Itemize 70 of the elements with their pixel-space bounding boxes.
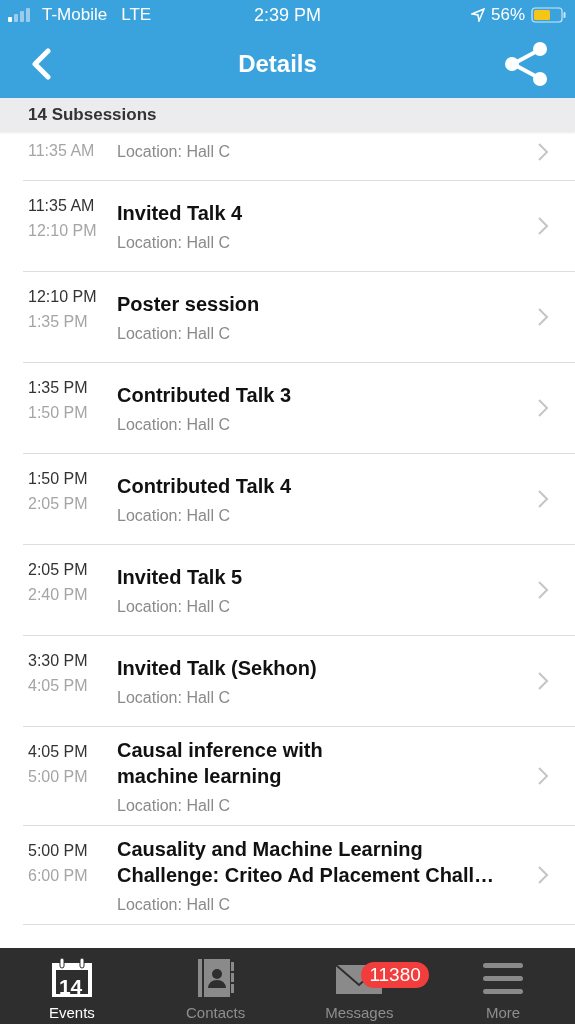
start-time: 4:05 PM (28, 743, 89, 761)
menu-icon (483, 961, 524, 995)
session-title: Invited Talk 4 (117, 201, 244, 226)
carrier-name: T-Mobile (42, 5, 108, 25)
session-location: Location: Hall C (117, 797, 231, 815)
session-title: Contributed Talk 3 (117, 383, 293, 408)
tab-item[interactable]: 14 Events (0, 948, 144, 1024)
tab-item[interactable]: Contacts (143, 948, 288, 1024)
end-time: 2:40 PM (28, 586, 89, 604)
session-row[interactable]: 1:50 PM 2:05 PM Contributed Talk 4 Location: Hall C (23, 454, 575, 545)
session-location: Location: Hall C (117, 689, 231, 707)
network-type: LTE (121, 5, 152, 25)
session-title: Causality and Machine Learning Challenge: Criteo Ad Placement Chall… (117, 837, 496, 888)
chevron-icon (537, 489, 549, 509)
session-title: Contributed Talk 4 (117, 474, 293, 499)
session-location: Location: Hall C (117, 234, 231, 252)
session-row[interactable]: 5:00 PM 6:00 PM Causality and Machine Learning Challenge: Criteo Ad Placement Chall… Location: Hall C (23, 826, 575, 925)
session-location: Location: Hall C (117, 896, 231, 914)
address-book-icon (195, 958, 236, 998)
end-time: 1:50 PM (28, 404, 89, 422)
tab-item[interactable]: 11380 Messages (287, 948, 432, 1024)
start-time: 1:50 PM (28, 470, 89, 488)
chevron-icon (537, 398, 549, 418)
back-button[interactable] (30, 48, 52, 80)
end-time: 1:35 PM (28, 313, 89, 331)
session-title: Causal inference with machine learning (117, 738, 324, 789)
session-title: Invited Talk 5 (117, 565, 244, 590)
status-time: 2:39 PM (254, 4, 321, 26)
session-row[interactable]: 4:05 PM 5:00 PM Causal inference with machine learning Location: Hall C (23, 727, 575, 826)
session-location: Location: Hall C (117, 507, 231, 525)
chevron-icon (537, 671, 549, 691)
start-time: 11:35 AM (28, 197, 96, 215)
session-location: Location: Hall C (117, 325, 231, 343)
section-header: 14 Subsessions (0, 98, 575, 132)
chevron-icon (537, 216, 549, 236)
end-time: 5:00 PM (28, 768, 89, 786)
start-time: 1:35 PM (28, 379, 89, 397)
start-time: 2:05 PM (28, 561, 89, 579)
battery-icon (531, 7, 567, 23)
session-title: Poster session (117, 292, 261, 317)
session-title: Invited Talk (Sekhon) (117, 656, 318, 681)
session-row[interactable]: 3:30 PM 4:05 PM Invited Talk (Sekhon) Location: Hall C (23, 636, 575, 727)
end-time: 2:05 PM (28, 495, 89, 513)
page-title: Details (238, 50, 317, 78)
start-time: 3:30 PM (28, 652, 89, 670)
chevron-icon (537, 766, 549, 786)
chevron-icon (537, 865, 549, 885)
session-row[interactable]: 2:05 PM 2:40 PM Invited Talk 5 Location: Hall C (23, 545, 575, 636)
location-arrow-icon (470, 8, 485, 22)
tab-item[interactable]: More (431, 948, 575, 1024)
end-time: 6:00 PM (28, 867, 89, 885)
chevron-icon (537, 142, 549, 162)
end-time: 4:05 PM (28, 677, 89, 695)
start-time: 12:10 PM (28, 288, 98, 306)
battery-percent: 56% (490, 5, 525, 25)
end-time: 12:10 PM (28, 222, 98, 240)
session-location: Location: Hall C (117, 598, 231, 616)
start-time: 5:00 PM (28, 842, 89, 860)
session-row[interactable]: 12:10 PM 1:35 PM Poster session Location: Hall C (23, 272, 575, 363)
session-location: Location: Hall C (117, 416, 231, 434)
unread-badge: 11380 (361, 962, 429, 988)
calendar-icon (49, 958, 94, 998)
calendar-day: 14 (58, 975, 83, 999)
share-icon[interactable] (503, 41, 549, 87)
chevron-icon (537, 307, 549, 327)
session-row[interactable]: 1:35 PM 1:50 PM Contributed Talk 3 Location: Hall C (23, 363, 575, 454)
chevron-icon (537, 580, 549, 600)
session-row[interactable]: 11:35 AM 12:10 PM Invited Talk 4 Location: Hall C (23, 181, 575, 272)
end-time: 11:35 AM (28, 142, 96, 160)
session-location: Location: Hall C (117, 143, 231, 161)
